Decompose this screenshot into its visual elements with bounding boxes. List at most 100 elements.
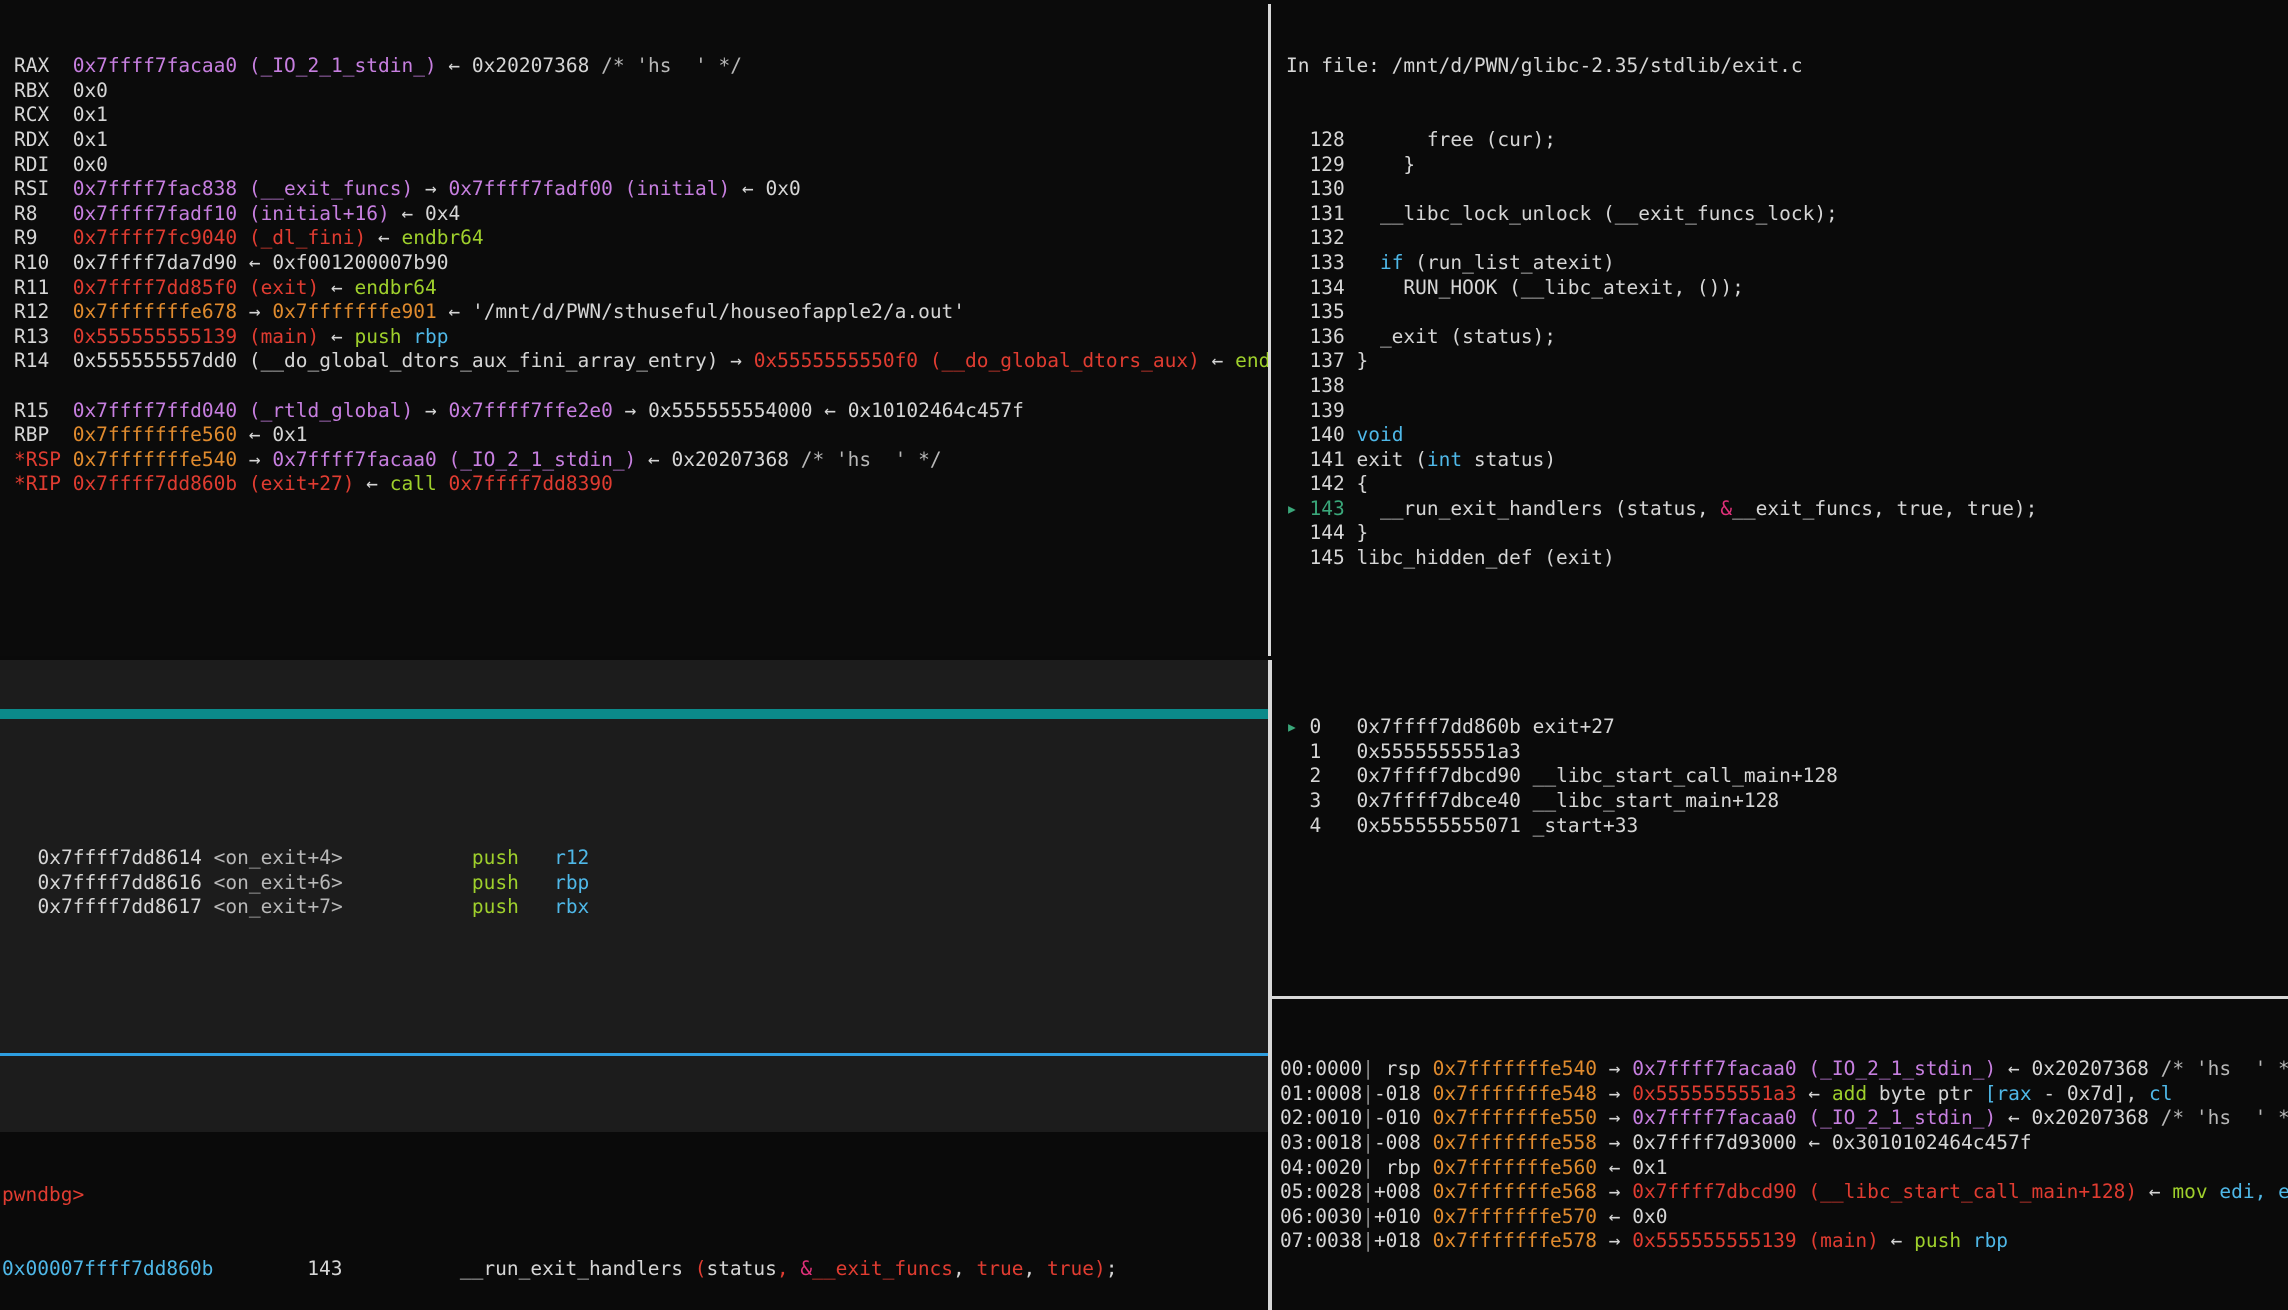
register-name: RBP [14, 423, 73, 446]
stack-index: 03:0018 [1280, 1131, 1362, 1154]
stack-pane: 00:0000| rsp 0x7fffffffe540 → 0x7ffff7fa… [1272, 1002, 2288, 1310]
stack-value: ← 0x1 [1609, 1156, 1668, 1179]
stack-index: 01:0008 [1280, 1082, 1362, 1105]
register-row: *RIP 0x7ffff7dd860b (exit+27) ← call 0x7… [14, 472, 1268, 497]
source-line-number: 138 [1309, 374, 1344, 397]
frame-address: 0x555555555071 [1356, 814, 1520, 837]
source-line-text: _exit (status); [1345, 325, 1556, 348]
stack-address: 0x7fffffffe548 [1433, 1082, 1597, 1105]
source-line: 138 [1286, 374, 2288, 399]
pwndbg-terminal: RAX 0x7ffff7facaa0 (_IO_2_1_stdin_) ← 0x… [0, 0, 2288, 1310]
register-name: RSI [14, 177, 73, 200]
stack-value: → 0x5555555551a3 ← add byte ptr [rax - 0… [1609, 1082, 2173, 1105]
register-value: 0x7ffff7fc9040 (_dl_fini) ← endbr64 [73, 226, 484, 249]
register-value: 0x7ffff7fac838 (__exit_funcs) → 0x7ffff7… [73, 177, 801, 200]
register-row: R9 0x7ffff7fc9040 (_dl_fini) ← endbr64 [14, 226, 1268, 251]
source-line-text [1345, 226, 1357, 249]
echo-line-number: 143 [307, 1257, 342, 1280]
disasm-symbol: <on_exit+4> [214, 846, 472, 869]
stack-row: 00:0000| rsp 0x7fffffffe540 → 0x7ffff7fa… [1280, 1057, 2288, 1082]
register-value: 0x7ffff7ffd040 (_rtld_global) → 0x7ffff7… [73, 399, 1024, 422]
register-row: RBP 0x7fffffffe560 ← 0x1 [14, 423, 1268, 448]
disasm-row: 0x7ffff7dd8616 <on_exit+6> push rbp [14, 871, 1268, 896]
stack-address: 0x7fffffffe578 [1433, 1229, 1597, 1252]
backtrace-row: 3 0x7ffff7dbce40 __libc_start_main+128 [1286, 789, 2288, 814]
echo-address: 0x00007ffff7dd860b [2, 1257, 213, 1280]
register-value: 0x0 [73, 153, 108, 176]
source-line: 141 exit (int status) [1286, 448, 2288, 473]
register-row: RSI 0x7ffff7fac838 (__exit_funcs) → 0x7f… [14, 177, 1268, 202]
stack-address: 0x7fffffffe558 [1433, 1131, 1597, 1154]
source-line-text: void [1345, 423, 1404, 446]
stack-offset: rbp [1374, 1156, 1421, 1179]
register-row: RDI 0x0 [14, 153, 1268, 178]
disasm-address: 0x7ffff7dd8616 [37, 871, 201, 894]
register-row: *RSP 0x7fffffffe540 → 0x7ffff7facaa0 (_I… [14, 448, 1268, 473]
stack-address: 0x7fffffffe570 [1433, 1205, 1597, 1228]
disasm-symbol: <on_exit+7> [214, 895, 472, 918]
source-line-number: 139 [1309, 399, 1344, 422]
context-pane: 0x7ffff7dd8614 <on_exit+4> push r12 0x7f… [0, 660, 1268, 1310]
register-value: 0x7fffffffe678 → 0x7fffffffe901 ← '/mnt/… [73, 300, 965, 323]
register-name: *RIP [14, 472, 73, 495]
register-name: *RSP [14, 448, 73, 471]
stack-offset: +010 [1374, 1205, 1421, 1228]
prompt-top: pwndbg> [2, 1183, 1268, 1208]
stack-index: 00:0000 [1280, 1057, 1362, 1080]
register-row: R8 0x7ffff7fadf10 (initial+16) ← 0x4 [14, 202, 1268, 227]
disasm-mnemonic: push [472, 871, 554, 894]
register-name: R13 [14, 325, 73, 348]
source-line-number: 140 [1309, 423, 1344, 446]
register-value: 0x7ffff7fadf10 (initial+16) ← 0x4 [73, 202, 461, 225]
register-value: 0x7ffff7da7d90 ← 0xf001200007b90 [73, 251, 449, 274]
source-line: 144 } [1286, 521, 2288, 546]
stack-address: 0x7fffffffe560 [1433, 1156, 1597, 1179]
source-line-text [1345, 300, 1357, 323]
register-name: RBX [14, 79, 73, 102]
source-line-number: 144 [1309, 521, 1344, 544]
register-value: 0x0 [73, 79, 108, 102]
register-name: R12 [14, 300, 73, 323]
source-line: 129 } [1286, 153, 2288, 178]
stack-row: 04:0020| rbp 0x7fffffffe560 ← 0x1 [1280, 1156, 2288, 1181]
source-line-number: 134 [1309, 276, 1344, 299]
disasm-row: 0x7ffff7dd8617 <on_exit+7> push rbx [14, 895, 1268, 920]
source-line-number: 132 [1309, 226, 1344, 249]
stack-row: 07:0038|+018 0x7fffffffe578 → 0x55555555… [1280, 1229, 2288, 1254]
source-line-number: 135 [1309, 300, 1344, 323]
stack-row: 05:0028|+008 0x7fffffffe568 → 0x7ffff7db… [1280, 1180, 2288, 1205]
frame-symbol: exit+27 [1533, 715, 1615, 738]
registers-list: RAX 0x7ffff7facaa0 (_IO_2_1_stdin_) ← 0x… [14, 54, 1268, 497]
frame-address: 0x7ffff7dbce40 [1356, 789, 1520, 812]
frame-address: 0x5555555551a3 [1356, 740, 1520, 763]
register-value: 0x7fffffffe560 ← 0x1 [73, 423, 308, 446]
frame-index: 3 [1309, 789, 1321, 812]
stack-index: 06:0030 [1280, 1205, 1362, 1228]
source-line-text [1345, 374, 1357, 397]
disasm-address: 0x7ffff7dd8614 [37, 846, 201, 869]
disasm-mnemonic: push [472, 846, 554, 869]
backtrace-row: 2 0x7ffff7dbcd90 __libc_start_call_main+… [1286, 764, 2288, 789]
register-name: RDX [14, 128, 73, 151]
source-line: 134 RUN_HOOK (__libc_atexit, ()); [1286, 276, 2288, 301]
register-name: R10 [14, 251, 73, 274]
registers-pane: RAX 0x7ffff7facaa0 (_IO_2_1_stdin_) ← 0x… [0, 0, 1268, 656]
context-prev-disasm: 0x7ffff7dd8614 <on_exit+4> push r12 0x7f… [0, 793, 1268, 973]
stack-offset: -008 [1374, 1131, 1421, 1154]
stack-offset: -010 [1374, 1106, 1421, 1129]
source-line-text [1345, 177, 1357, 200]
source-pane: In file: /mnt/d/PWN/glibc-2.35/stdlib/ex… [1272, 0, 2288, 656]
register-row: RDX 0x1 [14, 128, 1268, 153]
source-line-number: 130 [1309, 177, 1344, 200]
disasm-address: 0x7ffff7dd8617 [37, 895, 201, 918]
stack-index: 07:0038 [1280, 1229, 1362, 1252]
source-line-text: libc_hidden_def (exit) [1345, 546, 1615, 569]
source-line-number: 136 [1309, 325, 1344, 348]
context-divider-rule [0, 1053, 1268, 1056]
stack-row: 03:0018|-008 0x7fffffffe558 → 0x7ffff7d9… [1280, 1131, 2288, 1156]
disasm-operands: rbp [554, 871, 589, 894]
source-line: 135 [1286, 300, 2288, 325]
source-line-text: } [1345, 153, 1415, 176]
stack-row: 02:0010|-010 0x7fffffffe550 → 0x7ffff7fa… [1280, 1106, 2288, 1131]
stack-offset: rsp [1374, 1057, 1421, 1080]
